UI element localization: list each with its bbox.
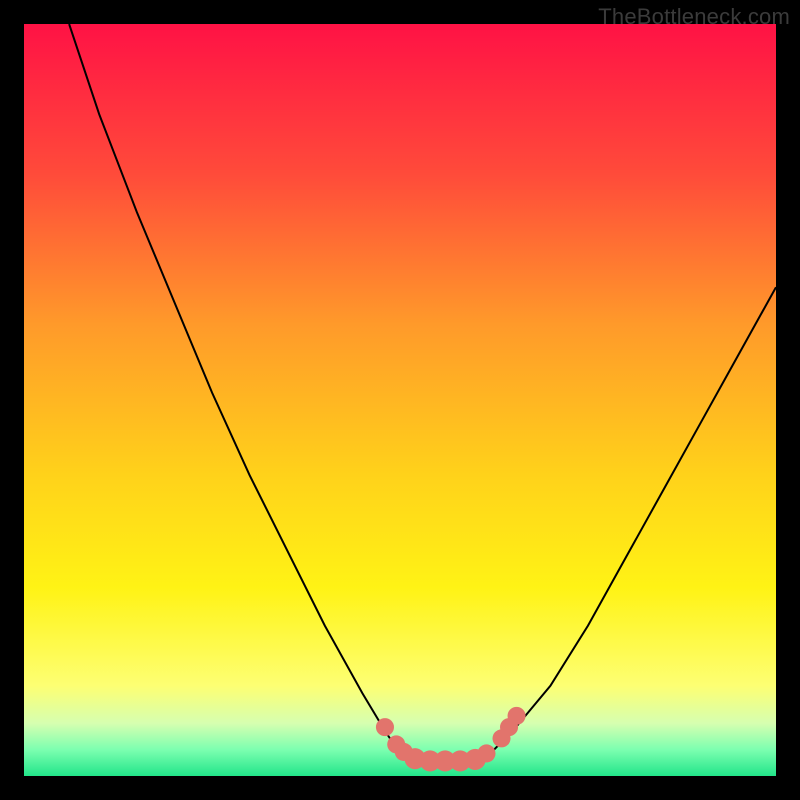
valley-marker xyxy=(376,718,394,736)
plot-area xyxy=(24,24,776,776)
chart-stage: TheBottleneck.com xyxy=(0,0,800,800)
bottleneck-curve xyxy=(69,24,776,761)
valley-marker xyxy=(508,707,526,725)
curve-layer xyxy=(24,24,776,776)
valley-marker xyxy=(477,744,495,762)
